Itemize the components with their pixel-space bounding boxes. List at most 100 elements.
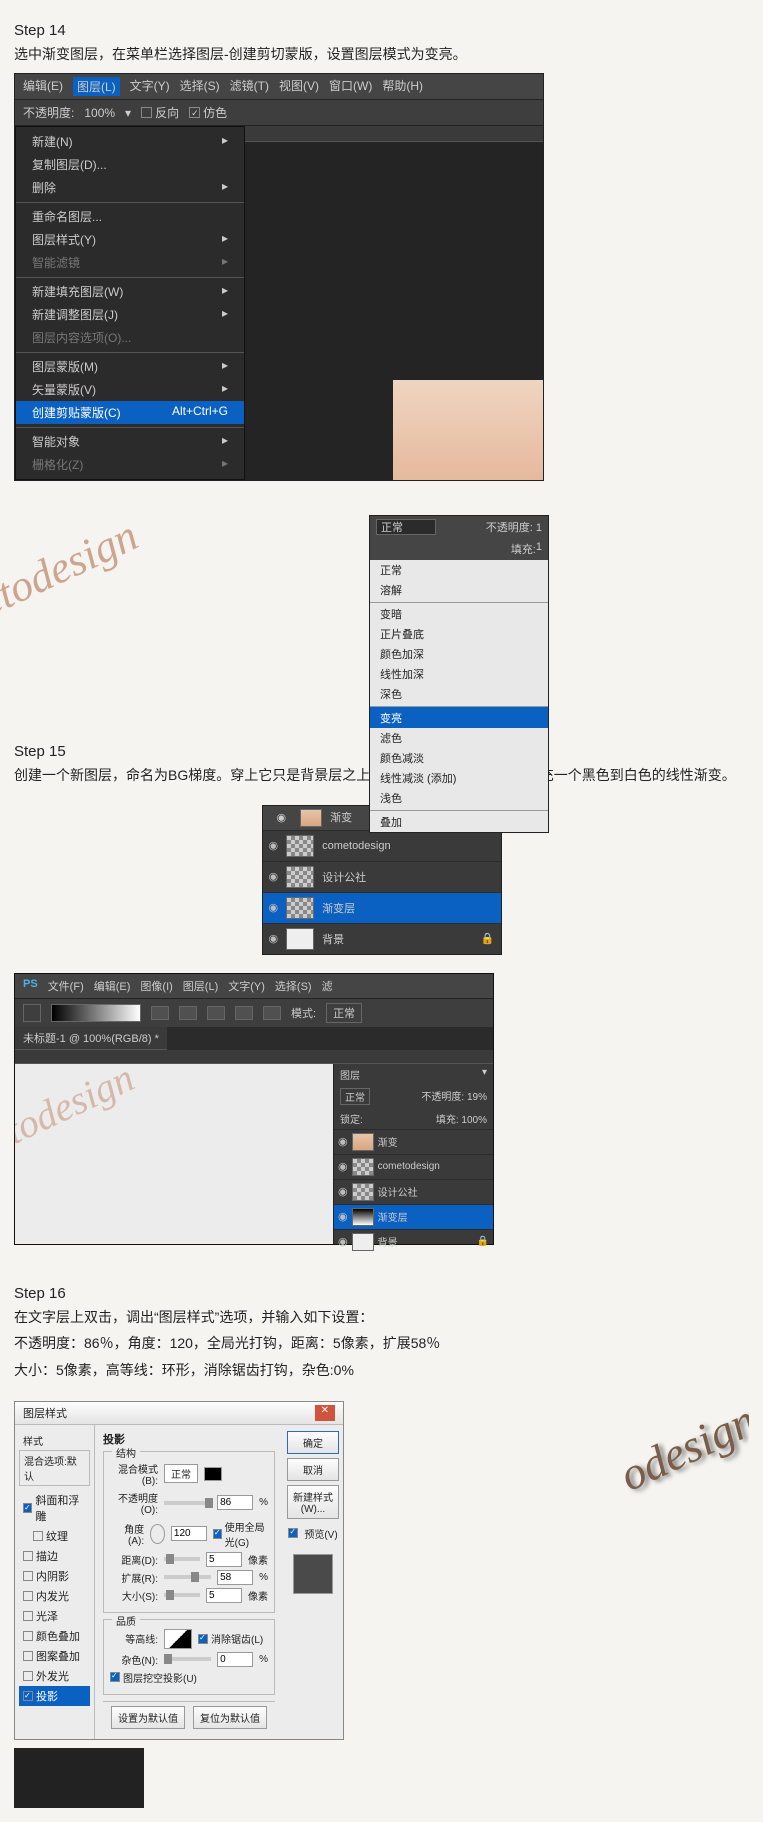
blend-select[interactable]: 正常	[340, 1088, 370, 1105]
opacity-val[interactable]: 19%	[467, 1092, 487, 1103]
menu-item[interactable]: 复制图层(D)...	[16, 153, 244, 176]
menu-filter[interactable]: 滤镜(T)	[230, 77, 269, 96]
effect-checkbox[interactable]	[23, 1571, 33, 1581]
visibility-icon[interactable]	[338, 1185, 348, 1198]
m-edit[interactable]: 编辑(E)	[94, 978, 131, 994]
visibility-icon[interactable]	[338, 1210, 348, 1223]
layer-row[interactable]: 渐变层	[263, 892, 501, 923]
layer-row[interactable]: 渐变层	[334, 1204, 493, 1229]
grad-type-1[interactable]	[151, 1006, 169, 1020]
effect-checkbox[interactable]	[23, 1611, 33, 1621]
layers-tab[interactable]: ◉	[271, 809, 293, 827]
contour-picker[interactable]	[164, 1629, 192, 1649]
global-light-check[interactable]: 使用全局光(G)	[213, 1519, 268, 1549]
blend-mode-item[interactable]: 深色	[370, 684, 548, 704]
blend-mode-item[interactable]: 颜色减淡	[370, 748, 548, 768]
effect-checkbox[interactable]	[23, 1631, 33, 1641]
blend-mode-item[interactable]: 变暗	[370, 602, 548, 624]
menu-item[interactable]: 图层蒙版(M)▸	[16, 352, 244, 378]
menu-window[interactable]: 窗口(W)	[329, 77, 372, 96]
visibility-icon[interactable]	[338, 1160, 348, 1173]
menu-help[interactable]: 帮助(H)	[382, 77, 423, 96]
blend-mode-item[interactable]: 溶解	[370, 580, 548, 600]
menu-item[interactable]: 重命名图层...	[16, 202, 244, 228]
layers-tab[interactable]: 图层	[340, 1067, 360, 1082]
ok-button[interactable]: 确定	[287, 1431, 339, 1454]
effect-item[interactable]: 颜色叠加	[19, 1626, 90, 1646]
blend-mode-item[interactable]: 正片叠底	[370, 624, 548, 644]
m-text[interactable]: 文字(Y)	[228, 978, 265, 994]
layer-row[interactable]: 背景🔒	[334, 1229, 493, 1254]
size-input[interactable]	[206, 1588, 242, 1603]
menu-text[interactable]: 文字(Y)	[130, 77, 170, 96]
effect-item[interactable]: 内阴影	[19, 1566, 90, 1586]
cancel-button[interactable]: 取消	[287, 1458, 339, 1481]
layer-row[interactable]: 设计公社	[334, 1179, 493, 1204]
m-select[interactable]: 选择(S)	[275, 978, 312, 994]
menu-view[interactable]: 视图(V)	[279, 77, 319, 96]
size-slider[interactable]	[164, 1593, 200, 1597]
effect-item[interactable]: 投影	[19, 1686, 90, 1706]
knockout-check[interactable]: 图层挖空投影(U)	[110, 1670, 197, 1685]
menu-layer[interactable]: 图层(L)	[73, 77, 120, 96]
effect-item[interactable]: 外发光	[19, 1666, 90, 1686]
doc-tab[interactable]: 未标题-1 @ 100%(RGB/8) *	[15, 1027, 167, 1050]
blend-mode-item[interactable]: 变亮	[370, 706, 548, 728]
angle-input[interactable]	[171, 1526, 207, 1541]
visibility-icon[interactable]	[269, 839, 279, 852]
blend-mode-item[interactable]: 叠加	[370, 810, 548, 832]
blend-mode-item[interactable]: 浅色	[370, 788, 548, 808]
blend-mode-item[interactable]: 线性加深	[370, 664, 548, 684]
reverse-checkbox[interactable]: 反向	[141, 104, 179, 121]
blend-mode-item[interactable]: 线性减淡 (添加)	[370, 768, 548, 788]
menu-item[interactable]: 新建填充图层(W)▸	[16, 277, 244, 303]
menu-item[interactable]: 删除▸	[16, 176, 244, 199]
opacity-value[interactable]: 100%	[84, 106, 115, 120]
effect-checkbox[interactable]	[23, 1651, 33, 1661]
antialias-check[interactable]: 消除锯齿(L)	[198, 1631, 263, 1646]
mode-value[interactable]: 正常	[326, 1003, 362, 1023]
angle-dial[interactable]	[150, 1524, 165, 1544]
opacity-slider[interactable]	[164, 1501, 211, 1505]
effect-item[interactable]: 内发光	[19, 1586, 90, 1606]
menu-select[interactable]: 选择(S)	[180, 77, 220, 96]
menu-item[interactable]: 新建调整图层(J)▸	[16, 303, 244, 326]
noise-input[interactable]	[217, 1652, 253, 1667]
blend-mode-item[interactable]: 正常	[370, 560, 548, 580]
opacity-input[interactable]	[217, 1495, 253, 1510]
menu-item[interactable]: 新建(N)▸	[16, 130, 244, 153]
spread-input[interactable]	[217, 1570, 253, 1585]
effect-checkbox[interactable]	[23, 1691, 33, 1701]
blend-current[interactable]	[376, 519, 436, 535]
spread-slider[interactable]	[164, 1575, 211, 1579]
effect-item[interactable]: 图案叠加	[19, 1646, 90, 1666]
visibility-icon[interactable]	[338, 1235, 348, 1248]
grad-type-3[interactable]	[207, 1006, 225, 1020]
blend-mode-item[interactable]: 滤色	[370, 728, 548, 748]
layer-row[interactable]: 背景🔒	[263, 923, 501, 954]
layer-row[interactable]: 渐变	[334, 1129, 493, 1154]
effect-checkbox[interactable]	[33, 1531, 43, 1541]
menu-edit[interactable]: 编辑(E)	[23, 77, 63, 96]
menu-item[interactable]: 创建剪贴蒙版(C)Alt+Ctrl+G	[16, 401, 244, 424]
layer-row[interactable]: 设计公社	[263, 861, 501, 892]
m-file[interactable]: 文件(F)	[48, 978, 84, 994]
blend-options-hdr[interactable]: 混合选项:默认	[19, 1450, 90, 1486]
canvas[interactable]: etodesign	[15, 1064, 333, 1244]
reset-default-button[interactable]: 复位为默认值	[193, 1706, 267, 1729]
set-default-button[interactable]: 设置为默认值	[111, 1706, 185, 1729]
menu-item[interactable]: 图层样式(Y)▸	[16, 228, 244, 251]
fill-val[interactable]: 100%	[461, 1115, 487, 1126]
effect-checkbox[interactable]	[23, 1503, 32, 1513]
tool-icon[interactable]	[23, 1004, 41, 1022]
visibility-icon[interactable]	[269, 932, 279, 945]
blend-mode-select[interactable]: 正常	[164, 1464, 198, 1483]
color-swatch[interactable]	[204, 1467, 222, 1481]
menu-item[interactable]: 矢量蒙版(V)▸	[16, 378, 244, 401]
new-style-button[interactable]: 新建样式(W)...	[287, 1485, 339, 1519]
visibility-icon[interactable]	[269, 901, 279, 914]
effect-item[interactable]: 光泽	[19, 1606, 90, 1626]
grad-type-5[interactable]	[263, 1006, 281, 1020]
effect-checkbox[interactable]	[23, 1551, 33, 1561]
grad-type-2[interactable]	[179, 1006, 197, 1020]
